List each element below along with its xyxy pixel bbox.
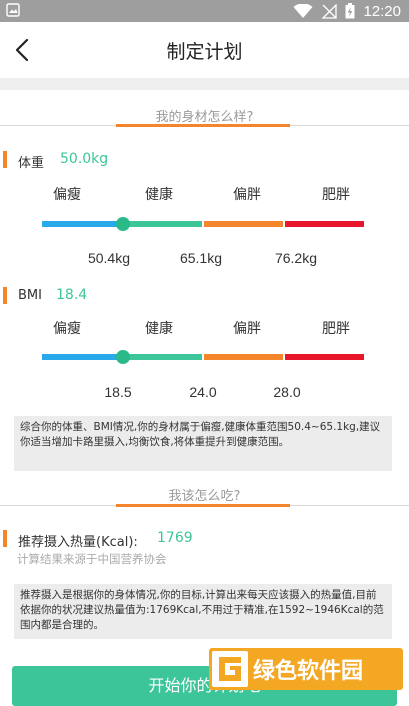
signal-off-icon bbox=[321, 3, 338, 19]
bmi-category-healthy: 健康 bbox=[145, 321, 173, 337]
weight-category-healthy: 健康 bbox=[145, 187, 173, 203]
weight-category-thin: 偏瘦 bbox=[53, 187, 81, 203]
weight-category-obese: 肥胖 bbox=[322, 187, 350, 203]
section-title-underline bbox=[116, 124, 290, 127]
bmi-threshold-2: 24.0 bbox=[189, 384, 217, 400]
bmi-category-obese: 肥胖 bbox=[322, 321, 350, 337]
intake-source-note: 计算结果来源于中国营养协会 bbox=[17, 552, 167, 566]
weight-scale-obese bbox=[285, 221, 364, 227]
intake-explanation: 推荐摄入是根据你的身体情况,你的目标,计算出来每天应该摄入的热量值,目前依据你的… bbox=[14, 584, 392, 639]
status-time: 12:20 bbox=[363, 2, 401, 20]
weight-scale-healthy bbox=[123, 221, 202, 227]
weight-position-indicator bbox=[116, 217, 130, 231]
weight-marker bbox=[3, 151, 7, 168]
intake-label: 推荐摄入热量(Kcal): bbox=[18, 535, 138, 550]
image-notification-icon bbox=[6, 3, 20, 17]
weight-scale-overweight bbox=[204, 221, 283, 227]
page-title: 制定计划 bbox=[166, 41, 243, 63]
section-title-underline bbox=[116, 504, 290, 507]
bmi-value: 18.4 bbox=[56, 287, 88, 303]
intake-value: 1769 bbox=[157, 530, 193, 546]
weight-value: 50.0kg bbox=[60, 151, 109, 167]
body-summary: 综合你的体重、BMI情况,你的身材属于偏瘦,健康体重范围50.4~65.1kg,… bbox=[14, 416, 392, 471]
bmi-scale-thin bbox=[42, 354, 121, 360]
watermark-logo: 绿色软件园 bbox=[209, 648, 403, 690]
intake-marker bbox=[3, 530, 7, 547]
weight-threshold-1: 50.4kg bbox=[87, 250, 131, 266]
body-section-title: 我的身材怎么样? bbox=[155, 110, 254, 125]
weight-threshold-2: 65.1kg bbox=[179, 250, 223, 266]
bmi-category-thin: 偏瘦 bbox=[53, 321, 81, 337]
bmi-scale-obese bbox=[285, 354, 364, 360]
bmi-marker bbox=[3, 287, 7, 304]
weight-threshold-3: 76.2kg bbox=[274, 250, 318, 266]
bmi-category-overweight: 偏胖 bbox=[233, 321, 261, 337]
bmi-threshold-1: 18.5 bbox=[104, 384, 132, 400]
app-header: 制定计划 bbox=[0, 22, 409, 78]
weight-scale-thin bbox=[42, 221, 121, 227]
wifi-icon bbox=[293, 3, 313, 18]
weight-category-overweight: 偏胖 bbox=[233, 187, 261, 203]
status-bar: 12:20 bbox=[0, 0, 409, 22]
bmi-label: BMI bbox=[18, 288, 42, 303]
weight-label: 体重 bbox=[18, 156, 45, 171]
battery-charging-icon bbox=[345, 3, 355, 19]
status-icons: 12:20 bbox=[293, 2, 401, 20]
bmi-scale-healthy bbox=[123, 354, 202, 360]
header-separator bbox=[0, 78, 409, 90]
bmi-position-indicator bbox=[116, 350, 130, 364]
watermark-text: 绿色软件园 bbox=[253, 658, 363, 684]
bmi-threshold-3: 28.0 bbox=[273, 384, 301, 400]
bmi-scale-overweight bbox=[204, 354, 283, 360]
diet-section-title: 我该怎么吃? bbox=[168, 489, 241, 504]
